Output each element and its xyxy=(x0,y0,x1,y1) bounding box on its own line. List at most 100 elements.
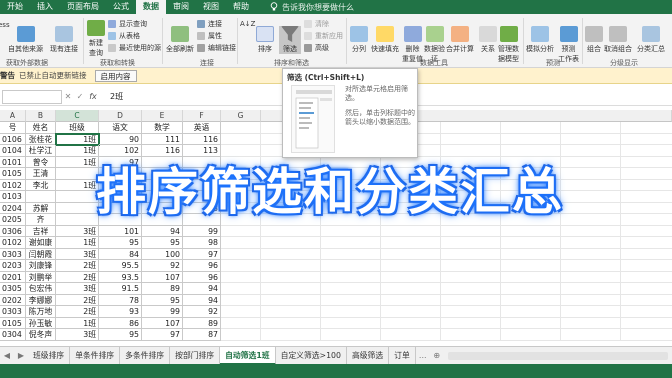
table-cell[interactable]: 93 xyxy=(99,306,142,318)
table-cell[interactable]: 0202 xyxy=(0,294,26,306)
table-cell[interactable]: 3班 xyxy=(56,248,99,260)
table-cell[interactable]: 刘康锋 xyxy=(26,260,56,272)
empty-cell[interactable] xyxy=(561,329,621,341)
column-title-cell[interactable]: 语文 xyxy=(99,122,142,134)
empty-cell[interactable] xyxy=(321,283,381,295)
empty-cell[interactable] xyxy=(501,133,561,145)
table-cell[interactable]: 0103 xyxy=(0,191,26,203)
edit-links-button[interactable]: 编辑链接 xyxy=(197,43,236,53)
column-header-g[interactable]: G xyxy=(221,110,261,122)
consolidate-button[interactable]: 合并计算 xyxy=(446,26,474,54)
table-cell[interactable]: 93.5 xyxy=(99,271,142,283)
empty-cell[interactable] xyxy=(621,180,672,191)
empty-cell[interactable] xyxy=(561,248,621,260)
table-cell[interactable]: 94 xyxy=(142,225,183,237)
empty-cell[interactable] xyxy=(621,168,672,180)
empty-cell[interactable] xyxy=(621,134,672,145)
group-rows-button[interactable]: 组合 xyxy=(585,26,603,54)
empty-cell[interactable] xyxy=(501,317,561,329)
table-cell[interactable]: 96 xyxy=(183,271,221,283)
table-cell[interactable]: 99 xyxy=(142,306,183,318)
empty-cell[interactable] xyxy=(381,260,441,272)
table-cell[interactable]: 0305 xyxy=(0,283,26,295)
empty-cell[interactable] xyxy=(621,295,672,306)
table-cell[interactable]: 99 xyxy=(183,225,221,237)
sheet-tab[interactable]: 自定义筛选>100 xyxy=(276,346,347,365)
empty-cell[interactable] xyxy=(321,306,381,318)
sheet-nav-next[interactable]: ▶ xyxy=(14,347,28,365)
tab-view[interactable]: 视图 xyxy=(196,0,226,14)
table-cell[interactable]: 2班 xyxy=(56,271,99,283)
table-cell[interactable]: 97 xyxy=(183,248,221,260)
table-cell[interactable]: 陈万地 xyxy=(26,306,56,318)
connections-button[interactable]: 连接 xyxy=(197,19,222,29)
table-cell[interactable]: 3班 xyxy=(56,329,99,341)
table-cell[interactable]: 97 xyxy=(142,329,183,341)
table-cell[interactable]: 0105 xyxy=(0,317,26,329)
empty-cell[interactable] xyxy=(221,329,261,341)
table-cell[interactable]: 89 xyxy=(183,317,221,329)
table-cell[interactable]: 95.5 xyxy=(99,260,142,272)
table-cell[interactable]: 0203 xyxy=(0,260,26,272)
empty-cell[interactable] xyxy=(441,271,501,283)
empty-cell[interactable] xyxy=(501,294,561,306)
empty-cell[interactable] xyxy=(561,122,621,134)
empty-cell[interactable] xyxy=(501,283,561,295)
sheet-tab[interactable]: 订单 xyxy=(389,346,416,365)
empty-cell[interactable] xyxy=(381,317,441,329)
table-cell[interactable]: 吉祥 xyxy=(26,225,56,237)
from-table-button[interactable]: 从表格 xyxy=(108,31,140,41)
table-cell[interactable]: 94 xyxy=(183,294,221,306)
refresh-all-button[interactable]: 全部刷新 xyxy=(166,26,194,54)
table-cell[interactable]: 111 xyxy=(142,133,183,145)
empty-cell[interactable] xyxy=(381,248,441,260)
filter-button[interactable]: 筛选 xyxy=(279,26,301,54)
horizontal-scrollbar[interactable] xyxy=(447,351,668,360)
empty-cell[interactable] xyxy=(261,271,321,283)
empty-cell[interactable] xyxy=(621,329,672,341)
enter-icon[interactable]: ✓ xyxy=(74,92,86,101)
empty-cell[interactable] xyxy=(621,214,672,226)
column-header-d[interactable]: D xyxy=(99,110,142,122)
empty-cell[interactable] xyxy=(321,317,381,329)
empty-cell[interactable] xyxy=(381,306,441,318)
empty-cell[interactable] xyxy=(501,122,561,134)
empty-cell[interactable] xyxy=(441,317,501,329)
table-cell[interactable]: 0204 xyxy=(0,202,26,214)
table-cell[interactable]: 闫朝霞 xyxy=(26,248,56,260)
table-cell[interactable]: 0102 xyxy=(0,237,26,249)
recent-sources-button[interactable]: 最近使用的源 xyxy=(108,43,161,53)
enable-content-button[interactable]: 启用内容 xyxy=(94,69,137,82)
empty-cell[interactable] xyxy=(321,260,381,272)
table-cell[interactable]: 78 xyxy=(99,294,142,306)
forecast-sheet-button[interactable]: 预测 工作表 xyxy=(558,26,579,64)
empty-cell[interactable] xyxy=(381,283,441,295)
tell-me-box[interactable]: 告诉我你想要做什么 xyxy=(270,0,354,14)
empty-cell[interactable] xyxy=(561,237,621,249)
empty-cell[interactable] xyxy=(321,225,381,237)
empty-cell[interactable] xyxy=(221,294,261,306)
empty-cell[interactable] xyxy=(321,237,381,249)
table-cell[interactable]: 107 xyxy=(142,271,183,283)
column-title-cell[interactable]: 班级 xyxy=(56,122,99,134)
empty-cell[interactable] xyxy=(261,329,321,341)
tab-data[interactable]: 数据 xyxy=(136,0,166,14)
table-cell[interactable]: 86 xyxy=(99,317,142,329)
empty-cell[interactable] xyxy=(261,317,321,329)
empty-cell[interactable] xyxy=(261,225,321,237)
empty-cell[interactable] xyxy=(221,283,261,295)
empty-cell[interactable] xyxy=(441,283,501,295)
empty-cell[interactable] xyxy=(561,294,621,306)
empty-cell[interactable] xyxy=(261,260,321,272)
empty-cell[interactable] xyxy=(261,237,321,249)
empty-cell[interactable] xyxy=(321,271,381,283)
empty-cell[interactable] xyxy=(621,272,672,283)
table-cell[interactable]: 包宏伟 xyxy=(26,283,56,295)
column-header-f[interactable]: F xyxy=(183,110,221,122)
tab-insert[interactable]: 插入 xyxy=(30,0,60,14)
table-cell[interactable]: 孙玉敏 xyxy=(26,317,56,329)
column-title-cell[interactable]: 数学 xyxy=(142,122,183,134)
column-header-c[interactable]: C xyxy=(56,110,99,122)
empty-cell[interactable] xyxy=(561,133,621,145)
empty-cell[interactable] xyxy=(621,318,672,329)
